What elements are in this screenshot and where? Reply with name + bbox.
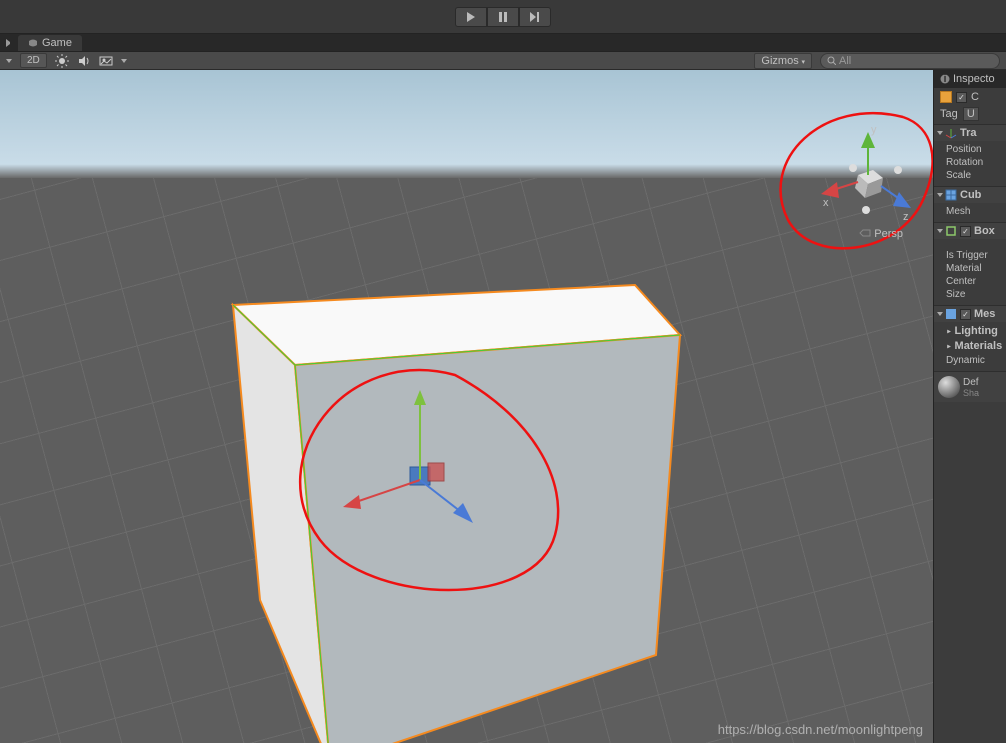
- material-preview-icon: [938, 376, 960, 398]
- scene-toolbar: 2D Gizmos ▾ All: [0, 52, 1006, 70]
- size-label: Size: [946, 288, 1000, 301]
- scale-label: Scale: [946, 169, 1000, 182]
- watermark: https://blog.csdn.net/moonlightpeng: [718, 722, 923, 737]
- material-label: Material: [946, 262, 1000, 275]
- dropdown-icon[interactable]: [6, 59, 12, 63]
- foldout-icon: [937, 229, 943, 233]
- inspector-panel: i Inspecto ✓ C Tag U Tra Position Rotati…: [933, 70, 1006, 743]
- mesh-icon: [945, 189, 957, 201]
- play-button[interactable]: [455, 7, 487, 27]
- rotation-label: Rotation: [946, 156, 1000, 169]
- transform-body: Position Rotation Scale: [934, 141, 1006, 186]
- persp-icon: [859, 229, 871, 237]
- renderer-title: Mes: [974, 308, 995, 320]
- svg-text:z: z: [903, 211, 909, 223]
- meshfilter-title: Cub: [960, 189, 981, 201]
- pause-button[interactable]: [487, 7, 519, 27]
- istrigger-label: Is Trigger: [946, 249, 1000, 262]
- foldout-icon: [937, 312, 943, 316]
- svg-text:x: x: [823, 197, 829, 209]
- pause-icon: [498, 12, 508, 22]
- object-header: ✓ C: [934, 88, 1006, 106]
- tag-label: Tag: [940, 108, 958, 120]
- inspector-title: Inspecto: [953, 73, 995, 85]
- tab-bar: Game: [0, 34, 1006, 52]
- renderer-enabled-checkbox[interactable]: ✓: [960, 309, 971, 320]
- transform-icon: [945, 127, 957, 139]
- center-label: Center: [946, 275, 1000, 288]
- gizmos-label: Gizmos: [761, 55, 798, 67]
- scene-view[interactable]: y x z Persp https://blog.csdn.: [0, 70, 933, 743]
- foldout-icon: [937, 131, 943, 135]
- tab-label: Game: [42, 37, 72, 49]
- play-icon: [466, 12, 476, 22]
- active-checkbox[interactable]: ✓: [956, 92, 967, 103]
- step-icon: [529, 12, 541, 22]
- game-icon: [28, 38, 38, 48]
- 2d-toggle[interactable]: 2D: [20, 53, 47, 68]
- shader-label: Sha: [963, 388, 979, 398]
- svg-text:i: i: [944, 74, 947, 84]
- dynamic-label: Dynamic: [946, 354, 1000, 367]
- meshfilter-body: Mesh: [934, 203, 1006, 222]
- search-input[interactable]: All: [820, 53, 1000, 69]
- main-area: y x z Persp https://blog.csdn.: [0, 70, 1006, 743]
- material-slot[interactable]: Def Sha: [934, 371, 1006, 402]
- audio-icon[interactable]: [77, 54, 91, 68]
- collider-body: Is Trigger Material Center Size: [934, 239, 1006, 305]
- effects-dropdown-icon[interactable]: [121, 59, 127, 63]
- renderer-body: ▾Lighting ▾Materials Dynamic: [934, 322, 1006, 371]
- top-toolbar: [0, 0, 1006, 34]
- component-meshfilter[interactable]: Cub: [934, 186, 1006, 203]
- back-arrow-icon[interactable]: [6, 39, 14, 47]
- orientation-gizmo[interactable]: y x z: [803, 120, 923, 240]
- foldout-icon: [937, 193, 943, 197]
- collider-icon: [945, 225, 957, 237]
- material-name: Def: [963, 377, 979, 388]
- tag-dropdown[interactable]: U: [963, 107, 979, 121]
- mesh-label: Mesh: [946, 205, 1000, 218]
- cube-icon: [940, 91, 952, 103]
- object-name[interactable]: C: [971, 91, 979, 103]
- materials-label[interactable]: Materials: [955, 340, 1003, 353]
- tab-game[interactable]: Game: [18, 35, 82, 51]
- projection-label[interactable]: Persp: [859, 228, 903, 240]
- collider-enabled-checkbox[interactable]: ✓: [960, 226, 971, 237]
- transform-title: Tra: [960, 127, 977, 139]
- lighting-label[interactable]: Lighting: [955, 325, 998, 338]
- move-gizmo[interactable]: [335, 385, 505, 555]
- inspector-tab[interactable]: i Inspecto: [934, 70, 1006, 88]
- renderer-icon: [945, 308, 957, 320]
- collider-title: Box: [974, 225, 995, 237]
- position-label: Position: [946, 143, 1000, 156]
- lighting-icon[interactable]: [55, 54, 69, 68]
- component-renderer[interactable]: ✓ Mes: [934, 305, 1006, 322]
- search-placeholder: All: [839, 55, 851, 67]
- search-icon: [827, 56, 836, 65]
- component-collider[interactable]: ✓ Box: [934, 222, 1006, 239]
- info-icon: i: [940, 74, 950, 84]
- gizmos-dropdown[interactable]: Gizmos ▾: [754, 53, 812, 69]
- component-transform[interactable]: Tra: [934, 124, 1006, 141]
- step-button[interactable]: [519, 7, 551, 27]
- svg-text:y: y: [871, 124, 877, 136]
- effects-icon[interactable]: [99, 54, 113, 68]
